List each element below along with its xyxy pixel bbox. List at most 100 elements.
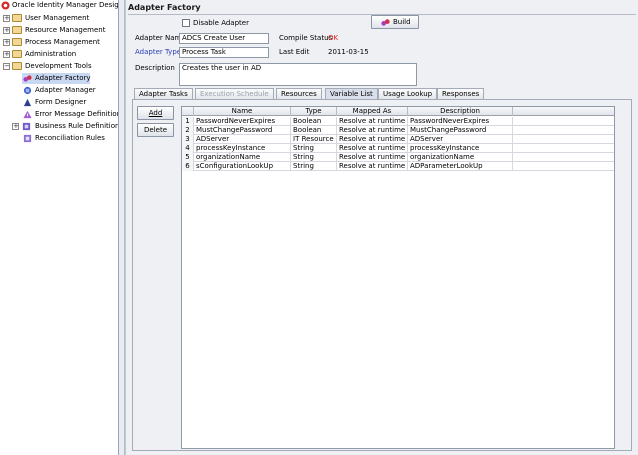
adapter-factory-icon [23, 75, 32, 82]
cell-name[interactable]: ADServer [194, 135, 291, 144]
warning-icon [23, 110, 32, 119]
tree-item-resource-management[interactable]: + Resource Management [0, 25, 118, 36]
table-row[interactable]: 4 processKeyInstance String Resolve at r… [182, 144, 614, 153]
add-label: Add [148, 109, 163, 117]
cell-description[interactable]: PasswordNeverExpires [408, 117, 513, 126]
cell-type[interactable]: String [291, 153, 337, 162]
column-header-description[interactable]: Description [408, 107, 513, 116]
adapter-manager-icon [23, 86, 32, 95]
tree-item-label: Adapter Manager [35, 86, 96, 94]
cell-mapped-as[interactable]: Resolve at runtime [337, 126, 408, 135]
business-rule-icon [22, 122, 31, 131]
cell-description[interactable]: ADParameterLookUp [408, 162, 513, 171]
row-index: 6 [182, 162, 194, 171]
cell-type[interactable]: Boolean [291, 117, 337, 126]
table-row[interactable]: 1 PasswordNeverExpires Boolean Resolve a… [182, 117, 614, 126]
tree-item-label: Administration [25, 50, 77, 58]
expand-icon[interactable]: + [3, 51, 10, 58]
cell-type[interactable]: String [291, 162, 337, 171]
description-label: Description [135, 64, 175, 72]
tree-item-label: Development Tools [25, 62, 92, 70]
tab-variable-list[interactable]: Variable List [325, 88, 378, 99]
cell-description[interactable]: organizationName [408, 153, 513, 162]
tab-adapter-tasks[interactable]: Adapter Tasks [134, 88, 193, 99]
adapter-factory-panel: Adapter Factory Disable Adapter Build Ad… [125, 0, 638, 455]
tree-item-error-message-definition[interactable]: Error Message Definition [22, 109, 118, 120]
tree-root-label: Oracle Identity Manager Design Co [12, 1, 119, 9]
build-button[interactable]: Build [371, 15, 419, 29]
cell-mapped-as[interactable]: Resolve at runtime [337, 153, 408, 162]
cell-mapped-as[interactable]: Resolve at runtime [337, 117, 408, 126]
tree-item-label: User Management [25, 14, 90, 22]
expand-icon[interactable]: + [3, 15, 10, 22]
build-icon [381, 19, 390, 26]
cell-name[interactable]: processKeyInstance [194, 144, 291, 153]
tree-item-adapter-factory[interactable]: Adapter Factory [22, 73, 91, 84]
folder-icon [12, 38, 22, 46]
cell-name[interactable]: MustChangePassword [194, 126, 291, 135]
tree-item-label: Resource Management [25, 26, 106, 34]
tree-item-label: Business Rule Definition [35, 122, 119, 130]
expand-icon[interactable]: + [3, 27, 10, 34]
variable-table: Name Type Mapped As Description 1 Passwo… [181, 106, 615, 449]
folder-icon [12, 26, 22, 34]
tree-item-administration[interactable]: + Administration [0, 49, 118, 60]
tree-item-form-designer[interactable]: Form Designer [22, 97, 118, 108]
adapter-name-field[interactable]: ADCS Create User [179, 33, 269, 44]
tree-item-label: Reconciliation Rules [35, 134, 105, 142]
column-header-name[interactable]: Name [194, 107, 291, 116]
table-header: Name Type Mapped As Description [182, 107, 614, 116]
tab-usage-lookup[interactable]: Usage Lookup [378, 88, 438, 99]
cell-name[interactable]: PasswordNeverExpires [194, 117, 291, 126]
tree-item-adapter-manager[interactable]: Adapter Manager [22, 85, 118, 96]
tree-item-reconciliation-rules[interactable]: Reconciliation Rules [22, 133, 118, 144]
tree-item-user-management[interactable]: + User Management [0, 13, 118, 24]
navigation-tree: Oracle Identity Manager Design Co + User… [0, 0, 119, 455]
description-field[interactable]: Creates the user in AD [179, 63, 417, 86]
cell-mapped-as[interactable]: Resolve at runtime [337, 162, 408, 171]
cell-name[interactable]: organizationName [194, 153, 291, 162]
tab-execution-schedule[interactable]: Execution Schedule [195, 88, 274, 99]
tab-resources[interactable]: Resources [276, 88, 322, 99]
tree-item-label: Error Message Definition [35, 110, 119, 118]
cell-description[interactable]: processKeyInstance [408, 144, 513, 153]
last-edit-label: Last Edit [279, 48, 310, 56]
table-row[interactable]: 3 ADServer IT Resource Resolve at runtim… [182, 135, 614, 144]
tree-item-label: Form Designer [35, 98, 87, 106]
folder-open-icon [12, 62, 22, 70]
cell-mapped-as[interactable]: Resolve at runtime [337, 144, 408, 153]
compile-status-value: OK [328, 34, 339, 42]
delete-button[interactable]: Delete [137, 123, 174, 137]
delete-label: Delete [144, 126, 167, 134]
cell-mapped-as[interactable]: Resolve at runtime [337, 135, 408, 144]
panel-title: Adapter Factory [128, 3, 201, 12]
tree-item-label: Adapter Factory [35, 74, 91, 82]
tree-item-development-tools[interactable]: − Development Tools [0, 61, 118, 72]
table-row[interactable]: 2 MustChangePassword Boolean Resolve at … [182, 126, 614, 135]
cell-type[interactable]: String [291, 144, 337, 153]
tab-responses[interactable]: Responses [437, 88, 485, 99]
table-row[interactable]: 6 sConfigurationLookUp String Resolve at… [182, 162, 614, 171]
tree-root[interactable]: Oracle Identity Manager Design Co [0, 0, 118, 11]
cell-type[interactable]: IT Resource [291, 135, 337, 144]
cell-type[interactable]: Boolean [291, 126, 337, 135]
cell-description[interactable]: ADServer [408, 135, 513, 144]
expand-icon[interactable]: + [12, 123, 19, 130]
row-index: 5 [182, 153, 194, 162]
row-index: 1 [182, 117, 194, 126]
cell-name[interactable]: sConfigurationLookUp [194, 162, 291, 171]
column-header-type[interactable]: Type [291, 107, 337, 116]
cell-description[interactable]: MustChangePassword [408, 126, 513, 135]
tree-item-process-management[interactable]: + Process Management [0, 37, 118, 48]
build-label: Build [393, 18, 411, 26]
collapse-icon[interactable]: − [3, 63, 10, 70]
last-edit-value: 2011-03-15 [328, 48, 369, 56]
table-row[interactable]: 5 organizationName String Resolve at run… [182, 153, 614, 162]
folder-icon [12, 50, 22, 58]
add-button[interactable]: Add [137, 106, 174, 120]
adapter-type-field[interactable]: Process Task [179, 47, 269, 58]
column-header-mapped-as[interactable]: Mapped As [337, 107, 408, 116]
disable-adapter-checkbox[interactable] [182, 19, 190, 27]
tree-item-business-rule-definition[interactable]: + Business Rule Definition [12, 121, 118, 132]
expand-icon[interactable]: + [3, 39, 10, 46]
